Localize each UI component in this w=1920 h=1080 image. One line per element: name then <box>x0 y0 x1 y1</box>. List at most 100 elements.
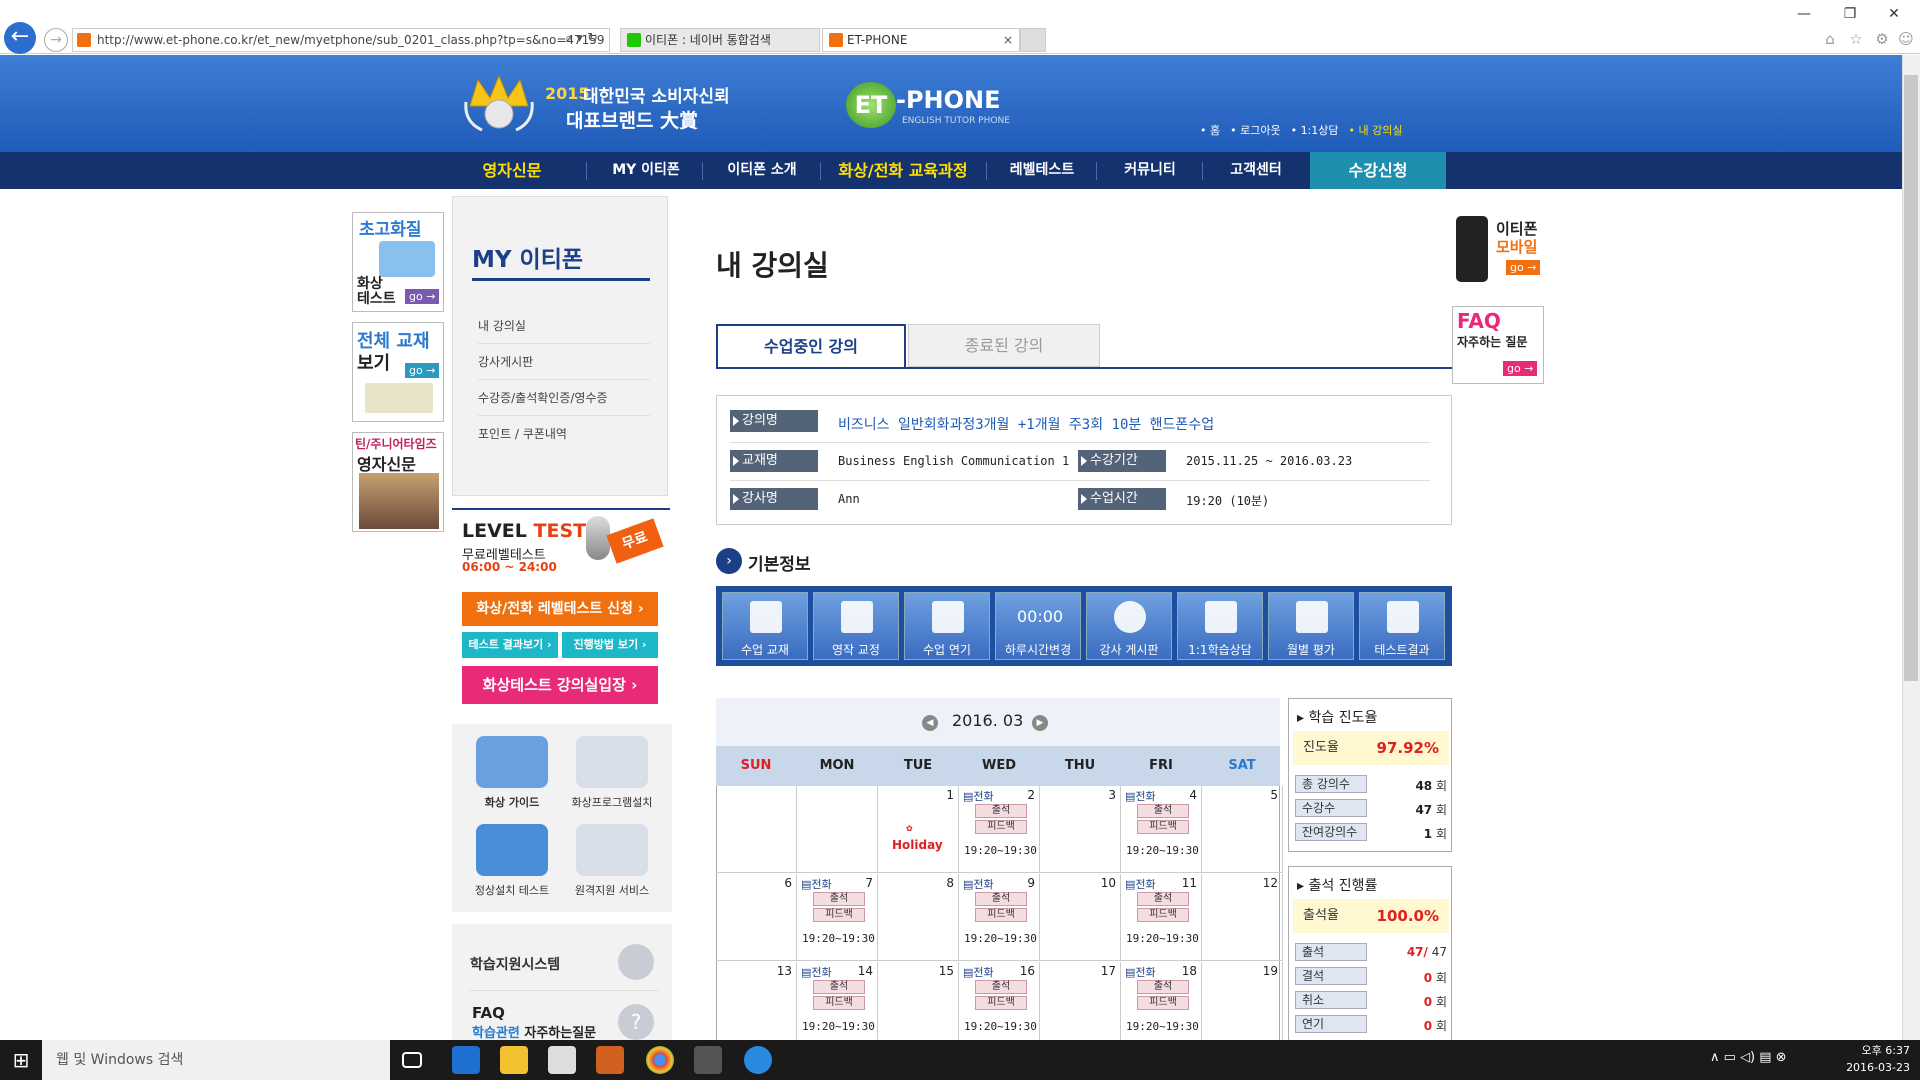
btn-test-results[interactable]: 테스트결과 <box>1359 592 1445 660</box>
home-icon[interactable]: ⌂ <box>1820 30 1840 50</box>
next-month-icon[interactable]: ▶ <box>1032 715 1048 731</box>
browser-tab-etphone[interactable]: ET-PHONE × <box>822 28 1020 52</box>
v: 0 <box>1423 1019 1433 1033</box>
logo-et-icon[interactable]: ET <box>846 82 896 128</box>
tool-video-guide[interactable]: 화상 가이드 <box>462 736 562 810</box>
test-result-button[interactable]: 테스트 결과보기 › <box>462 632 558 658</box>
phone-class-tag[interactable]: ▤전화 <box>801 964 832 980</box>
phone-class-tag[interactable]: ▤전화 <box>963 876 994 892</box>
nav-about[interactable]: 이티폰 소개 <box>712 152 812 189</box>
link-home[interactable]: • 홈 <box>1200 122 1220 138</box>
link-my-classroom[interactable]: • 내 강의실 <box>1349 122 1403 138</box>
file-explorer-icon[interactable] <box>500 1046 528 1074</box>
btn-monthly-eval[interactable]: 월별 평가 <box>1268 592 1354 660</box>
video-test-enter-button[interactable]: 화상테스트 강의실입장 › <box>462 666 658 704</box>
prev-month-icon[interactable]: ◀ <box>922 715 938 731</box>
row-label: 잔여강의수 <box>1295 823 1367 841</box>
course-name[interactable]: 비즈니스 일반회화과정3개월 +1개월 주3회 10분 핸드폰수업 <box>838 414 1214 434</box>
system-tray-icons[interactable]: ∧ ▭ ◁) ▤ ⊗ <box>1710 1050 1787 1065</box>
banner-mobile[interactable]: 이티폰 모바일 go → <box>1456 216 1546 286</box>
nav-community[interactable]: 커뮤니티 <box>1106 152 1194 189</box>
btn-class-textbook[interactable]: 수업 교재 <box>722 592 808 660</box>
back-arrow-icon[interactable]: ← <box>4 22 36 54</box>
phone-class-tag[interactable]: ▤전화 <box>1125 788 1156 804</box>
restore-icon[interactable]: ❐ <box>1836 4 1864 24</box>
banner-junior-times[interactable]: 틴/주니어타임즈 영자신문 go → <box>352 432 444 532</box>
test-method-button[interactable]: 진행방법 보기 › <box>562 632 658 658</box>
nav-my-etphone[interactable]: MY 이티폰 <box>596 152 696 189</box>
browser-tab-naver[interactable]: 이티폰 : 네이버 통합검색 <box>620 28 820 52</box>
phone-class-tag[interactable]: ▤전화 <box>1125 964 1156 980</box>
banner-faq[interactable]: FAQ 자주하는 질문 go → <box>1452 306 1544 384</box>
menu-item-my-classroom[interactable]: 내 강의실 <box>478 308 650 344</box>
nav-enroll[interactable]: 수강신청 <box>1310 152 1446 189</box>
new-tab-button[interactable] <box>1020 28 1046 52</box>
go-button[interactable]: go → <box>1506 260 1541 275</box>
feedback-pill[interactable]: 피드백 <box>1137 820 1189 834</box>
search-icon[interactable]: ⌕ ▾ ↻ <box>565 31 598 46</box>
close-tab-icon[interactable]: × <box>1003 29 1013 51</box>
nav-level-test[interactable]: 레벨테스트 <box>996 152 1088 189</box>
favorites-star-icon[interactable]: ☆ <box>1846 30 1866 50</box>
day-number: 17 <box>1100 964 1116 978</box>
logo-phone-text[interactable]: -PHONE <box>896 86 1001 114</box>
close-window-icon[interactable]: ✕ <box>1880 4 1908 24</box>
tab-ended-courses[interactable]: 종료된 강의 <box>908 324 1100 367</box>
feedback-pill[interactable]: 피드백 <box>1137 908 1189 922</box>
feedback-pill[interactable]: 피드백 <box>1137 996 1189 1010</box>
phone-class-tag[interactable]: ▤전화 <box>801 876 832 892</box>
feedback-pill[interactable]: 피드백 <box>975 996 1027 1010</box>
calendar-cell: 3 <box>1040 786 1121 873</box>
edge-browser-icon[interactable] <box>452 1046 480 1074</box>
phone-class-tag[interactable]: ▤전화 <box>1125 876 1156 892</box>
media-player-icon[interactable] <box>596 1046 624 1074</box>
windows-start-icon[interactable]: ⊞ <box>0 1040 42 1080</box>
faq-title[interactable]: FAQ <box>472 1004 505 1022</box>
phone-class-tag[interactable]: ▤전화 <box>963 964 994 980</box>
link-consult[interactable]: • 1:1상담 <box>1291 122 1339 138</box>
menu-item-certificates[interactable]: 수강증/출석확인증/영수증 <box>478 380 650 416</box>
feedback-pill[interactable]: 피드백 <box>975 820 1027 834</box>
tool-remote-support[interactable]: 원격지원 서비스 <box>562 824 662 898</box>
btn-teacher-board[interactable]: 강사 게시판 <box>1086 592 1172 660</box>
class-time-slot: 19:20~19:30 <box>1126 844 1199 857</box>
address-bar[interactable]: http://www.et-phone.co.kr/et_new/myetpho… <box>72 28 610 52</box>
nav-courses[interactable]: 화상/전화 교육과정 <box>828 152 978 189</box>
chrome-icon[interactable] <box>646 1046 674 1074</box>
feedback-pill[interactable]: 피드백 <box>813 908 865 922</box>
banner-all-textbooks[interactable]: 전체 교재 보기 go → <box>352 322 444 422</box>
btn-change-time[interactable]: 00:00 하루시간변경 <box>995 592 1081 660</box>
go-button[interactable]: go → <box>1503 361 1538 376</box>
phone-class-tag[interactable]: ▤전화 <box>963 788 994 804</box>
nav-customer-center[interactable]: 고객센터 <box>1212 152 1300 189</box>
go-button[interactable]: go → <box>405 363 440 378</box>
banner-hd-video-test[interactable]: 초고화질 화상 테스트 go → <box>352 212 444 312</box>
feedback-pill[interactable]: 피드백 <box>813 996 865 1010</box>
level-test-apply-button[interactable]: 화상/전화 레벨테스트 신청 › <box>462 592 658 626</box>
taskbar-search-input[interactable]: 웹 및 Windows 검색 <box>42 1040 390 1080</box>
feedback-pill[interactable]: 피드백 <box>975 908 1027 922</box>
task-view-icon[interactable] <box>402 1052 422 1068</box>
class-time-slot: 19:20~19:30 <box>1126 1020 1199 1033</box>
minimize-icon[interactable]: — <box>1790 4 1818 24</box>
scrollbar-thumb[interactable] <box>1904 75 1918 681</box>
internet-explorer-icon[interactable] <box>744 1046 772 1074</box>
taskbar-clock[interactable]: 오후 6:37 2016-03-23 <box>1810 1042 1910 1076</box>
tool-install-test[interactable]: 정상설치 테스트 <box>462 824 562 898</box>
forward-arrow-icon[interactable]: → <box>44 28 68 52</box>
camera-icon[interactable] <box>694 1046 722 1074</box>
link-logout[interactable]: • 로그아웃 <box>1230 122 1280 138</box>
btn-writing-correction[interactable]: 영작 교정 <box>813 592 899 660</box>
smiley-feedback-icon[interactable]: ☺ <box>1896 30 1916 50</box>
btn-consulting[interactable]: 1:1학습상담 <box>1177 592 1263 660</box>
settings-gear-icon[interactable]: ⚙ <box>1872 30 1892 50</box>
menu-item-points-coupons[interactable]: 포인트 / 쿠폰내역 <box>478 416 650 452</box>
nav-english-newspaper[interactable]: 영자신문 <box>458 152 566 189</box>
go-button[interactable]: go → <box>405 289 440 304</box>
support-system-link[interactable]: 학습지원시스템 <box>470 954 560 974</box>
tool-install-program[interactable]: 화상프로그램설치 <box>562 736 662 810</box>
menu-item-teacher-board[interactable]: 강사게시판 <box>478 344 650 380</box>
btn-postpone-class[interactable]: 수업 연기 <box>904 592 990 660</box>
store-icon[interactable] <box>548 1046 576 1074</box>
tab-active-courses[interactable]: 수업중인 강의 <box>716 324 906 369</box>
